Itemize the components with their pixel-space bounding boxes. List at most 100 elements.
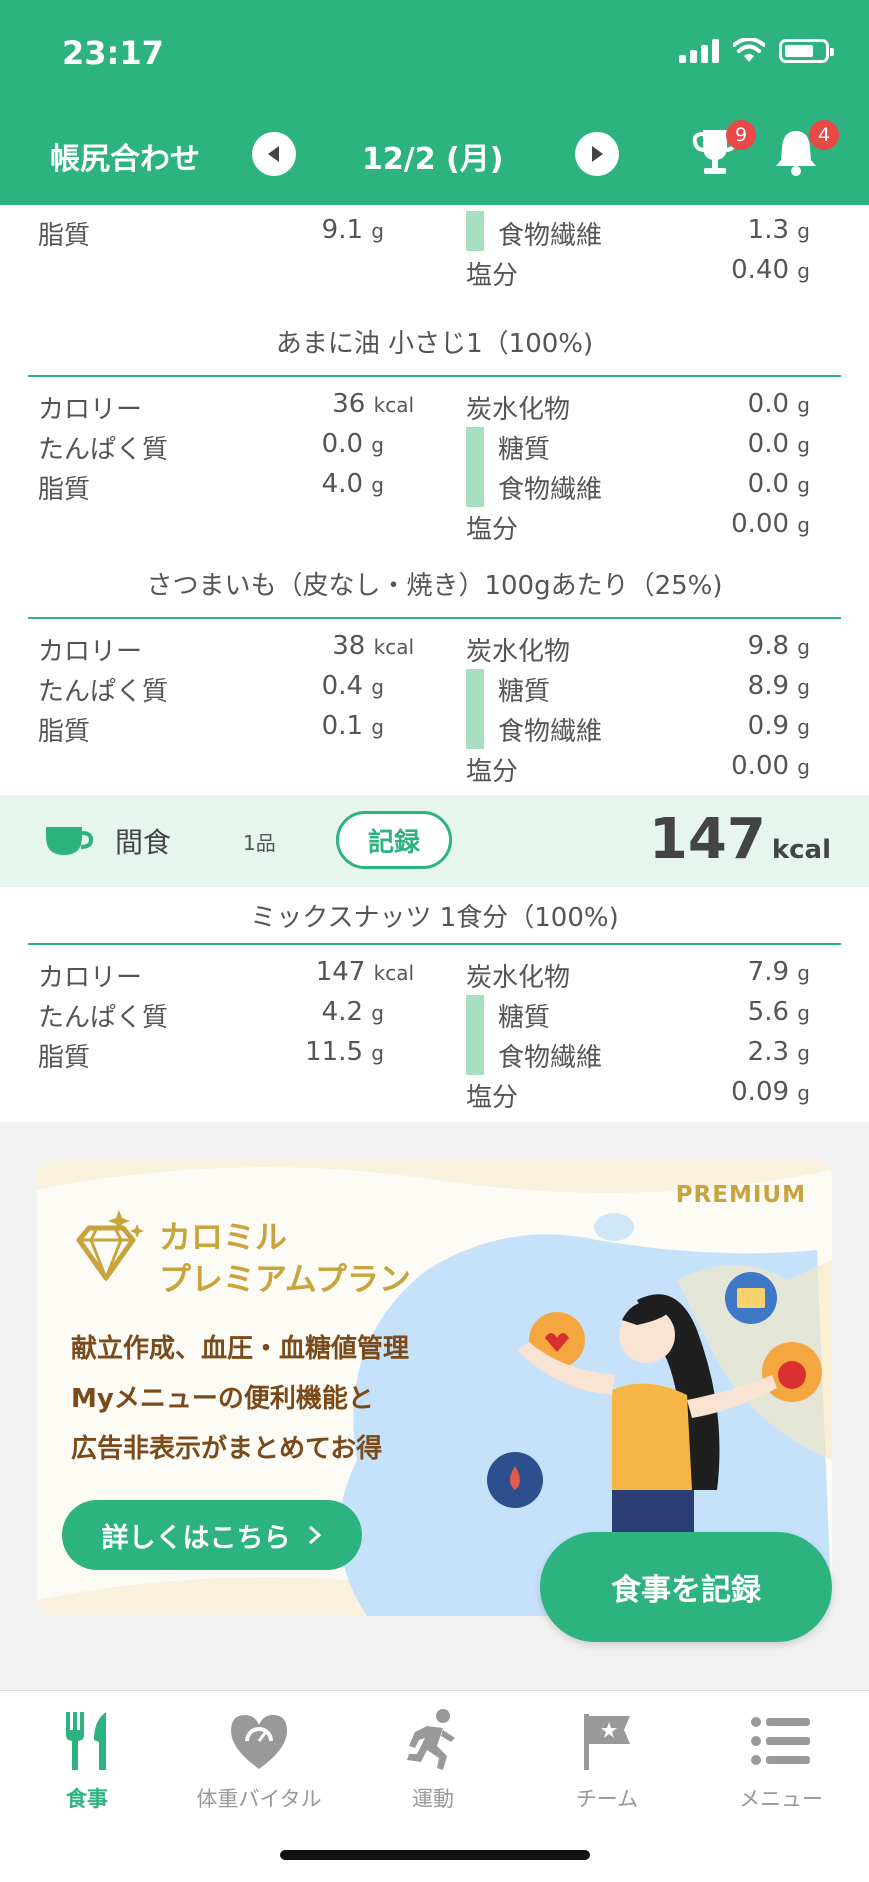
app-header: 23:17 帳尻合わせ 12/2 (月) 9 4 <box>0 0 869 205</box>
record-snack-button[interactable]: 記録 <box>336 811 452 869</box>
tab-label: 運動 <box>412 1787 454 1811</box>
protein-unit: g <box>371 675 384 699</box>
calorie-unit: kcal <box>373 635 414 659</box>
salt-unit: g <box>797 755 810 779</box>
list-icon <box>751 1717 810 1765</box>
calorie-label: カロリー <box>38 963 143 993</box>
nav-row: 帳尻合わせ 12/2 (月) 9 4 <box>0 118 869 188</box>
protein-label: たんぱく質 <box>38 677 169 707</box>
fiber-label: 食物繊維 <box>498 717 603 747</box>
cellular-signal-icon <box>679 39 719 63</box>
notification-button[interactable]: 4 <box>773 120 839 186</box>
carb-label: 炭水化物 <box>466 637 571 667</box>
teacup-icon <box>46 827 94 855</box>
calorie-unit: kcal <box>373 961 414 985</box>
chevron-right-icon <box>308 1525 321 1545</box>
carb-unit: g <box>797 961 810 985</box>
next-date-button[interactable] <box>575 132 619 176</box>
carb-value: 9.8 <box>747 631 790 661</box>
fat-value: 0.1 <box>321 711 364 741</box>
tab-team[interactable]: チーム <box>532 1701 682 1813</box>
tab-label: 食事 <box>66 1787 108 1811</box>
snack-kcal-unit: kcal <box>771 835 831 865</box>
carb-breakdown-bar <box>466 427 484 507</box>
page-title: 帳尻合わせ <box>50 142 200 177</box>
tab-label: 体重バイタル <box>196 1787 322 1811</box>
calorie-unit: kcal <box>373 393 414 417</box>
fat-unit: g <box>371 1041 384 1065</box>
protein-unit: g <box>371 433 384 457</box>
salt-unit: g <box>797 513 810 537</box>
trophy-badge: 9 <box>726 120 756 150</box>
carb-breakdown-bar <box>466 669 484 749</box>
protein-label: たんぱく質 <box>38 1003 169 1033</box>
fiber-unit: g <box>797 473 810 497</box>
food-item[interactable]: さつまいも（皮なし・焼き）100gあたり（25%) カロリー 38 kcal 炭… <box>0 543 869 787</box>
battery-icon <box>779 39 834 63</box>
wifi-icon <box>733 38 765 62</box>
protein-value: 4.2 <box>321 997 364 1027</box>
fiber-value: 0.9 <box>747 711 790 741</box>
protein-unit: g <box>371 1001 384 1025</box>
salt-value: 0.40 <box>731 255 790 285</box>
food-title: ミックスナッツ 1食分（100%) <box>250 903 619 933</box>
food-item-partial[interactable]: 脂質 9.1 g 食物繊維 1.3 g 塩分 0.40 g <box>0 205 869 301</box>
tab-weight-vital[interactable]: 体重バイタル <box>184 1701 334 1813</box>
food-item[interactable]: ミックスナッツ 1食分（100%) カロリー 147 kcal 炭水化物 7.9… <box>0 887 869 1129</box>
food-title: あまに油 小さじ1（100%) <box>275 329 594 359</box>
tab-exercise[interactable]: 運動 <box>358 1701 508 1813</box>
record-meal-button[interactable]: 食事を記録 <box>540 1532 832 1642</box>
tab-meal[interactable]: 食事 <box>12 1701 162 1813</box>
heart-scale-icon <box>231 1715 287 1769</box>
calorie-value: 147 <box>315 957 366 987</box>
triangle-left-icon <box>268 146 279 162</box>
fiber-unit: g <box>797 219 810 243</box>
salt-label: 塩分 <box>466 515 519 545</box>
premium-desc-line3: 広告非表示がまとめてお得 <box>71 1434 383 1464</box>
fiber-unit: g <box>797 1041 810 1065</box>
tab-label: メニュー <box>739 1787 823 1811</box>
snack-kcal: 147 kcal <box>649 807 831 872</box>
sugar-value: 0.0 <box>747 429 790 459</box>
tab-menu[interactable]: メニュー <box>706 1701 856 1813</box>
carb-unit: g <box>797 393 810 417</box>
premium-desc-line2: Myメニューの便利機能と <box>71 1384 374 1414</box>
tab-label: チーム <box>575 1787 639 1811</box>
runner-icon <box>407 1709 455 1770</box>
flag-icon <box>584 1714 630 1770</box>
salt-label: 塩分 <box>466 261 519 291</box>
salt-label: 塩分 <box>466 757 519 787</box>
fat-unit: g <box>371 473 384 497</box>
fat-label: 脂質 <box>38 221 91 251</box>
food-divider <box>28 375 841 377</box>
salt-value: 0.00 <box>731 509 790 539</box>
fat-label: 脂質 <box>38 1043 91 1073</box>
prev-date-button[interactable] <box>252 132 296 176</box>
fat-value: 4.0 <box>321 469 364 499</box>
carb-label: 炭水化物 <box>466 395 571 425</box>
sugar-label: 糖質 <box>498 435 551 465</box>
calorie-value: 38 <box>332 631 366 661</box>
protein-value: 0.4 <box>321 671 364 701</box>
fat-value: 11.5 <box>305 1037 364 1067</box>
carb-value: 7.9 <box>747 957 790 987</box>
fat-unit: g <box>371 715 384 739</box>
carb-unit: g <box>797 635 810 659</box>
fat-label: 脂質 <box>38 717 91 747</box>
carb-label: 炭水化物 <box>466 963 571 993</box>
salt-value: 0.00 <box>731 751 790 781</box>
carb-value: 0.0 <box>747 389 790 419</box>
trophy-button[interactable]: 9 <box>690 120 756 186</box>
triangle-right-icon <box>592 146 603 162</box>
premium-detail-button[interactable]: 詳しくはこちら <box>62 1500 362 1570</box>
food-item[interactable]: あまに油 小さじ1（100%) カロリー 36 kcal 炭水化物 0.0 g … <box>0 301 869 545</box>
current-date[interactable]: 12/2 (月) <box>362 134 503 178</box>
premium-tag: PREMIUM <box>675 1182 806 1208</box>
notification-badge: 4 <box>809 120 839 150</box>
calorie-value: 36 <box>332 389 366 419</box>
carb-breakdown-bar <box>466 995 484 1075</box>
sugar-label: 糖質 <box>498 1003 551 1033</box>
sugar-value: 5.6 <box>747 997 790 1027</box>
snack-header[interactable]: 間食 1品 記録 147 kcal <box>0 795 869 887</box>
home-indicator[interactable] <box>280 1850 590 1860</box>
